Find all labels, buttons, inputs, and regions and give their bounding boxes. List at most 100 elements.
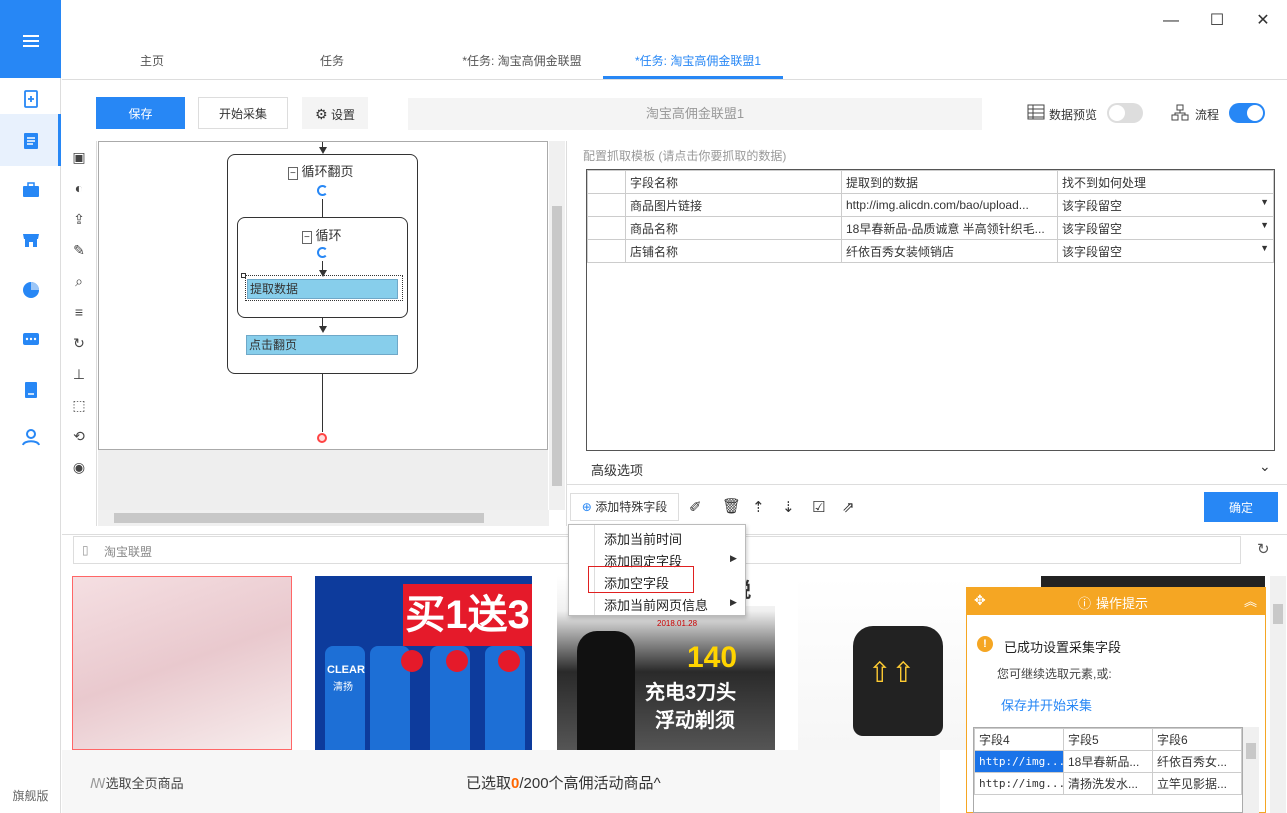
submenu-arrow-icon: ▶ <box>730 553 737 563</box>
chevron-up-icon: ^ <box>653 775 661 792</box>
active-tab-indicator <box>603 76 783 79</box>
menu-item-add-page-info[interactable]: 添加当前网页信息 <box>604 595 708 614</box>
warning-icon: ! <box>977 636 993 652</box>
close-button[interactable]: ✕ <box>1255 13 1271 29</box>
delete-icon[interactable]: 🗑 <box>722 497 741 515</box>
product-sweater[interactable] <box>72 576 292 750</box>
store-icon[interactable] <box>20 229 42 251</box>
next-page-step[interactable]: 点击翻页 <box>246 335 398 355</box>
extract-tool-icon[interactable]: ⇪ <box>70 210 88 228</box>
loop-title: − 循环 <box>302 228 342 244</box>
tab-task-1[interactable]: *任务: 淘宝高佣金联盟 <box>442 52 602 69</box>
export-icon[interactable]: ⇗ <box>842 498 855 516</box>
brand-sub-label: 清扬 <box>333 682 353 693</box>
browser-vertical-scrollbar[interactable] <box>1270 576 1286 813</box>
dropdown-arrow-icon: ▼ <box>1260 219 1269 230</box>
flow-designer[interactable]: − 循环翻页 − 循环 提取数据 点击翻页 <box>98 141 548 450</box>
table-row: http://img... 18早春新品... 纤依百秀女... <box>974 750 1242 773</box>
table-row[interactable]: 商品名称 18早春新品-品质诚意 半高领针织毛... 该字段留空 ▼ <box>587 216 1274 240</box>
save-button[interactable]: 保存 <box>96 97 185 129</box>
dropdown-arrow-icon: ▼ <box>1260 196 1269 207</box>
extract-data-step[interactable]: 提取数据 <box>247 279 398 299</box>
confirm-button[interactable]: 确定 <box>1204 492 1278 522</box>
flow-empty-area <box>98 450 548 510</box>
field-toolbar: ⊕ 添加特殊字段 ✐ 🗑 ⇡ ⇣ ☑ ⇗ 确定 <box>567 486 1287 526</box>
book-icon[interactable] <box>20 379 42 401</box>
rename-icon[interactable]: ✐ <box>689 498 702 516</box>
info-icon: ⓘ <box>1078 596 1092 611</box>
task-name-field[interactable]: 淘宝高佣金联盟1 <box>408 98 982 130</box>
maximize-button[interactable]: ☐ <box>1209 13 1225 29</box>
select-all-button[interactable]: ꟿ选取全页商品 <box>90 773 184 792</box>
selected-count: 已选取0/200个高佣活动商品^ <box>466 775 661 792</box>
edit-field-icon[interactable]: ☑ <box>812 498 825 516</box>
hover-tool-icon[interactable]: ⬚ <box>70 396 88 414</box>
field-grid[interactable]: 字段名称 提取到的数据 找不到如何处理 商品图片链接 http://img.ali… <box>586 169 1275 451</box>
loop-page-title: − 循环翻页 <box>288 164 354 180</box>
tips-continue-text: 您可继续选取元素,或: <box>997 667 1112 681</box>
open-page-tool-icon[interactable]: ▣ <box>70 148 88 166</box>
new-task-icon[interactable] <box>20 88 42 110</box>
switch-tool-icon[interactable]: ⟲ <box>70 427 88 445</box>
url-text: 淘宝联盟 <box>104 545 153 559</box>
captcha-tool-icon[interactable]: ⌕ <box>70 272 88 290</box>
tab-task-2[interactable]: *任务: 淘宝高佣金联盟1 <box>613 52 783 69</box>
highlighted-menu-item-frame <box>588 566 694 593</box>
select-tool-icon[interactable]: ≡ <box>70 303 88 321</box>
move-down-icon[interactable]: ⇣ <box>782 498 795 516</box>
table-row[interactable]: 商品图片链接 http://img.alicdn.com/bao/upload..… <box>587 193 1274 217</box>
start-collect-button[interactable]: 开始采集 <box>198 97 288 129</box>
select-bar: ꟿ选取全页商品 已选取0/200个高佣活动商品^ <box>62 750 940 813</box>
selection-handle <box>241 273 246 278</box>
tab-home[interactable]: 主页 <box>122 52 182 69</box>
preview-scrollbar[interactable] <box>1243 727 1259 813</box>
settings-label: 设置 <box>330 108 355 122</box>
tips-title: 操作提示 <box>1096 596 1149 611</box>
brand-label: CLEAR <box>327 664 365 676</box>
preview-table[interactable]: 字段4 字段5 字段6 http://img... 18早春新品... 纤依百秀女...… <box>973 727 1243 813</box>
loop-refresh-icon <box>317 185 328 196</box>
advanced-options-bar[interactable]: 高级选项 ⌄ <box>567 452 1287 485</box>
pie-chart-icon[interactable] <box>20 279 42 301</box>
save-and-start-link[interactable]: 保存并开始采集 <box>1001 695 1092 714</box>
table-row: http://img... 清扬洗发水... 立竿见影据... <box>974 772 1242 795</box>
tab-tasks[interactable]: 任务 <box>302 52 362 69</box>
minimize-button[interactable]: — <box>1163 13 1179 29</box>
flow-chart-icon <box>1171 104 1189 121</box>
page-icon: ▯ <box>82 543 89 557</box>
loop-block[interactable]: − 循环 提取数据 <box>237 217 408 318</box>
product-shampoo[interactable]: 买1送3 CLEAR 清扬 <box>315 576 532 750</box>
data-preview-toggle[interactable] <box>1107 103 1143 123</box>
refresh-icon[interactable]: ↻ <box>1257 540 1270 558</box>
add-special-field-button[interactable]: ⊕ 添加特殊字段 <box>570 493 679 521</box>
settings-button[interactable]: ⚙ 设置 <box>302 97 368 129</box>
input-tool-icon[interactable]: ✎ <box>70 241 88 259</box>
data-preview-label: 数据预览 <box>1049 108 1098 122</box>
flow-toggle[interactable] <box>1229 103 1265 123</box>
collapse-icon[interactable]: ︽ <box>1244 591 1257 610</box>
branch-tool-icon[interactable]: ⊥ <box>70 365 88 383</box>
stop-tool-icon[interactable]: ◉ <box>70 458 88 476</box>
flow-horizontal-scrollbar[interactable] <box>98 510 549 526</box>
version-label: 旗舰版 <box>12 789 49 803</box>
tips-header[interactable]: ✥ ⓘ 操作提示 ︽ <box>966 587 1266 615</box>
plus-circle-icon: ⊕ <box>581 500 592 514</box>
flow-vertical-scrollbar[interactable] <box>549 141 565 510</box>
menu-button[interactable] <box>0 0 61 78</box>
user-icon[interactable] <box>20 426 42 448</box>
click-tool-icon[interactable]: ◐ <box>70 179 88 197</box>
promo-text: 买1送3 <box>403 584 532 646</box>
loop-icon <box>317 247 328 258</box>
table-icon <box>1027 104 1045 120</box>
tab-bar: 主页 任务 *任务: 淘宝高佣金联盟 *任务: 淘宝高佣金联盟1 <box>62 42 1287 80</box>
task-list-icon[interactable] <box>20 130 42 152</box>
briefcase-icon[interactable] <box>20 179 42 201</box>
table-row[interactable]: 店铺名称 纤依百秀女装倾销店 该字段留空 ▼ <box>587 239 1274 263</box>
move-icon[interactable]: ✥ <box>974 592 986 609</box>
loop-tool-icon[interactable]: ↻ <box>70 334 88 352</box>
menu-item-add-current-time[interactable]: 添加当前时间 <box>604 529 682 548</box>
loop-page-block[interactable]: − 循环翻页 − 循环 提取数据 点击翻页 <box>227 154 418 374</box>
move-up-icon[interactable]: ⇡ <box>752 498 765 516</box>
submenu-arrow-icon: ▶ <box>730 597 737 607</box>
message-icon[interactable] <box>20 329 42 351</box>
